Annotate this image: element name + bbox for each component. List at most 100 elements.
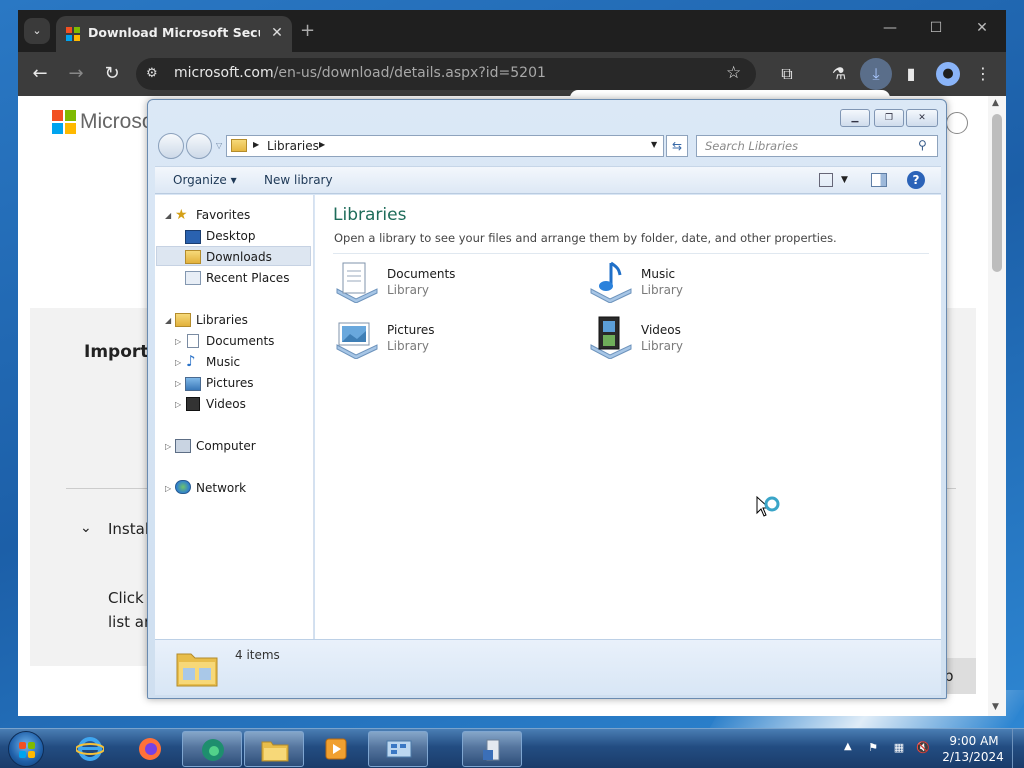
- explorer-address-bar[interactable]: ▶ Libraries ▶ ▼: [226, 135, 664, 157]
- taskbar-media-player[interactable]: [306, 731, 366, 767]
- library-music[interactable]: Music Library: [587, 257, 817, 307]
- show-desktop-button[interactable]: [1012, 729, 1024, 768]
- taskbar-firefox[interactable]: [120, 731, 180, 767]
- clock-date[interactable]: 2/13/2024: [940, 750, 1006, 764]
- chrome-tab-bar: ⌄ Download Microsoft Security E ✕ + — ☐ …: [18, 10, 1006, 52]
- nav-documents[interactable]: Documents: [206, 334, 274, 348]
- documents-library-icon: [336, 262, 378, 303]
- nav-computer[interactable]: Computer: [196, 439, 256, 453]
- media-player-icon: [325, 738, 347, 760]
- library-name: Pictures: [387, 323, 435, 337]
- nav-desktop[interactable]: Desktop: [206, 229, 256, 243]
- refresh-icon[interactable]: ⇆: [666, 135, 688, 157]
- expand-triangle-icon[interactable]: ▷: [175, 400, 181, 409]
- explorer-close-button[interactable]: ✕: [906, 109, 938, 127]
- bookmark-star-icon[interactable]: ☆: [726, 63, 741, 83]
- chrome-maximize-button[interactable]: ☐: [916, 20, 956, 36]
- library-videos[interactable]: Videos Library: [587, 313, 817, 363]
- page-search-icon[interactable]: [946, 112, 968, 134]
- address-dropdown-icon[interactable]: ▼: [651, 140, 657, 149]
- action-center-flag-icon[interactable]: ⚑: [866, 741, 880, 755]
- chevron-down-icon[interactable]: ⌄: [80, 520, 92, 536]
- control-panel-icon: [386, 740, 412, 758]
- library-type: Library: [641, 339, 683, 353]
- nav-pictures[interactable]: Pictures: [206, 376, 254, 390]
- nav-music[interactable]: Music: [206, 355, 240, 369]
- nav-videos[interactable]: Videos: [206, 397, 246, 411]
- new-library-button[interactable]: New library: [264, 173, 333, 187]
- command-bar: Organize ▾ New library ▼ ?: [155, 166, 941, 194]
- collapse-triangle-icon[interactable]: ◢: [165, 316, 171, 325]
- chrome-tab-active[interactable]: Download Microsoft Security E ✕: [56, 16, 292, 52]
- breadcrumb-libraries[interactable]: Libraries: [267, 139, 319, 153]
- labs-flask-icon[interactable]: ⚗: [828, 64, 850, 84]
- view-dropdown-icon[interactable]: ▼: [841, 175, 848, 185]
- clock-time[interactable]: 9:00 AM: [946, 734, 1002, 748]
- network-status-icon[interactable]: ▦: [892, 741, 906, 755]
- computer-icon: [175, 439, 191, 453]
- taskbar-internet-explorer[interactable]: [60, 731, 120, 767]
- scroll-up-icon[interactable]: ▲: [992, 98, 999, 108]
- chrome-minimize-button[interactable]: —: [870, 20, 910, 36]
- reload-icon[interactable]: ↻: [102, 64, 122, 84]
- nav-recent-places[interactable]: Recent Places: [206, 271, 289, 285]
- microsoft-logo-icon[interactable]: [52, 110, 76, 134]
- profile-avatar-icon[interactable]: ●: [936, 62, 960, 86]
- taskbar-installer[interactable]: [462, 731, 522, 767]
- back-arrow-icon[interactable]: ←: [30, 64, 50, 84]
- library-documents[interactable]: Documents Library: [333, 257, 563, 307]
- nav-network[interactable]: Network: [196, 481, 246, 495]
- desktop-icon: [185, 230, 201, 244]
- expand-triangle-icon[interactable]: ▷: [165, 484, 171, 493]
- nav-downloads[interactable]: Downloads: [206, 250, 272, 264]
- forward-arrow-icon[interactable]: →: [66, 64, 86, 84]
- library-pictures[interactable]: Pictures Library: [333, 313, 563, 363]
- explorer-restore-button[interactable]: ❐: [874, 109, 904, 127]
- breadcrumb-arrow-icon[interactable]: ▶: [253, 140, 259, 149]
- expand-triangle-icon[interactable]: ▷: [175, 379, 181, 388]
- expand-triangle-icon[interactable]: ▷: [175, 337, 181, 346]
- taskbar-edge[interactable]: [182, 731, 242, 767]
- explorer-back-button[interactable]: [158, 133, 184, 159]
- preview-pane-icon[interactable]: [871, 173, 887, 187]
- chrome-close-button[interactable]: ✕: [962, 20, 1002, 36]
- collapse-triangle-icon[interactable]: ◢: [165, 211, 171, 220]
- libraries-folder-large-icon: [176, 653, 218, 687]
- explorer-minimize-button[interactable]: ▁: [840, 109, 870, 127]
- taskbar-control-panel[interactable]: [368, 731, 428, 767]
- extensions-icon[interactable]: ⧉: [776, 64, 798, 84]
- microsoft-wordmark[interactable]: Microso: [80, 110, 154, 134]
- search-input[interactable]: Search Libraries: [696, 135, 938, 157]
- search-icon[interactable]: ⚲: [918, 138, 927, 152]
- page-scrollbar[interactable]: ▲ ▼: [988, 96, 1006, 716]
- install-section-heading[interactable]: Instal: [108, 520, 149, 538]
- new-tab-button[interactable]: +: [300, 20, 315, 41]
- change-view-icon[interactable]: [819, 173, 833, 187]
- taskbar: ▲ ⚑ ▦ 🔇 9:00 AM 2/13/2024: [0, 728, 1024, 768]
- volume-muted-icon[interactable]: 🔇: [916, 741, 930, 755]
- site-info-icon[interactable]: ⚙: [146, 66, 158, 81]
- nav-libraries[interactable]: Libraries: [196, 313, 248, 327]
- tray-overflow-icon[interactable]: ▲: [844, 741, 852, 752]
- scroll-down-icon[interactable]: ▼: [992, 702, 999, 712]
- breadcrumb-arrow-icon[interactable]: ▶: [319, 140, 325, 149]
- side-panel-icon[interactable]: ▮: [900, 64, 922, 84]
- recent-pages-dropdown-icon[interactable]: ▽: [216, 141, 222, 150]
- organize-button[interactable]: Organize ▾: [173, 173, 237, 187]
- help-icon[interactable]: ?: [907, 171, 925, 189]
- nav-favorites[interactable]: Favorites: [196, 208, 250, 222]
- chrome-menu-icon[interactable]: ⋮: [972, 64, 994, 84]
- library-type: Library: [387, 339, 429, 353]
- taskbar-explorer[interactable]: [244, 731, 304, 767]
- network-globe-icon: [175, 480, 191, 494]
- library-type: Library: [641, 283, 683, 297]
- start-button[interactable]: [8, 731, 44, 767]
- expand-triangle-icon[interactable]: ▷: [175, 358, 181, 367]
- tab-close-icon[interactable]: ✕: [268, 24, 286, 42]
- address-bar[interactable]: ⚙ microsoft.com/en-us/download/details.a…: [136, 58, 756, 90]
- tab-search-button[interactable]: ⌄: [24, 18, 50, 44]
- scroll-thumb[interactable]: [992, 114, 1002, 272]
- downloads-icon[interactable]: ⤓: [860, 58, 892, 90]
- expand-triangle-icon[interactable]: ▷: [165, 442, 171, 451]
- explorer-forward-button[interactable]: [186, 133, 212, 159]
